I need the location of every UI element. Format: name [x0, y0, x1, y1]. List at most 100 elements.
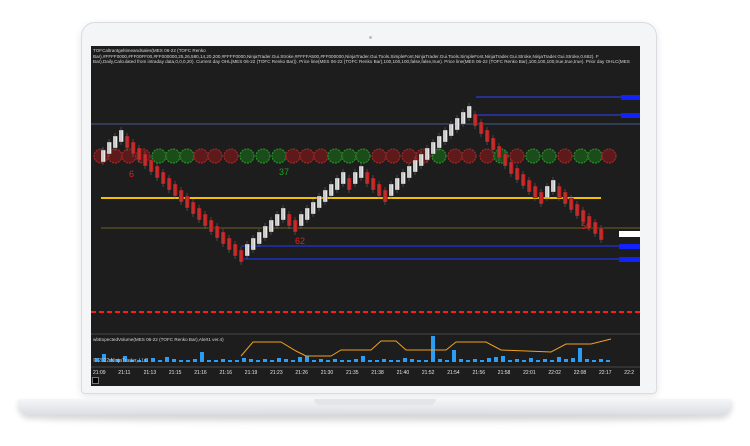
signal-circle — [255, 148, 271, 164]
volume-bar — [543, 359, 547, 362]
signal-circle — [461, 148, 477, 164]
volume-bar — [354, 359, 358, 362]
volume-bar — [445, 360, 449, 362]
chart-screen[interactable]: TOFCaltrantgeltimeandsales(MES 06-22 (TO… — [91, 46, 640, 386]
volume-bar — [284, 359, 288, 362]
laptop-hinge — [314, 399, 436, 405]
volume-bar — [221, 359, 225, 362]
signal-circles — [93, 148, 617, 164]
signal-circle — [573, 148, 589, 164]
time-tick-label: 21:16 — [219, 370, 233, 376]
volume-bar — [536, 360, 540, 362]
volume-bar — [200, 352, 204, 362]
volume-bar — [172, 359, 176, 362]
volume-bar — [438, 359, 442, 362]
time-tick-label: 21:26 — [295, 370, 308, 376]
signal-circle — [271, 148, 287, 164]
volume-bar — [508, 360, 512, 362]
volume-bar — [326, 360, 330, 362]
time-tick-label: 22:17 — [599, 370, 612, 376]
signal-circle — [299, 148, 315, 164]
volume-bar — [410, 359, 414, 362]
volume-bar — [186, 360, 190, 362]
time-tick-label: 22:02 — [548, 370, 561, 376]
price-marker — [621, 95, 640, 100]
volume-bar — [494, 357, 498, 362]
copyright-text: © 2022 NinjaTrader, LLC — [93, 358, 149, 364]
signal-circle — [341, 148, 357, 164]
volume-bar — [564, 359, 568, 362]
volume-bar — [431, 336, 435, 362]
volume-bar — [557, 357, 561, 362]
volume-bar — [319, 359, 323, 362]
volume-bar — [466, 360, 470, 362]
volume-bar — [585, 359, 589, 362]
volume-bar — [256, 360, 260, 362]
volume-bar — [578, 348, 582, 362]
signal-circle — [355, 148, 371, 164]
time-axis[interactable]: 21:09 21:11 21:13 21:15 21:16 21:16 21:19 21:23… — [91, 367, 640, 381]
volume-bar — [207, 360, 211, 362]
volume-bar — [487, 358, 491, 362]
volume-bar — [599, 359, 603, 362]
volume-bar — [270, 360, 274, 362]
price-marker — [619, 231, 640, 237]
signal-circle — [313, 148, 329, 164]
volume-bar — [389, 360, 393, 362]
signal-circle — [525, 148, 541, 164]
time-tick-label: 21:09 — [93, 370, 106, 376]
signal-circle — [509, 148, 525, 164]
time-tick-label: 21:54 — [447, 370, 460, 376]
volume-bar — [235, 360, 239, 362]
volume-bar — [501, 356, 505, 362]
expected-volume-line — [240, 338, 612, 357]
time-tick-label: 22:01 — [523, 370, 536, 376]
indicator-header-line3: Bar),Daily,Calculated from intraday data… — [93, 59, 630, 64]
volume-bar — [403, 358, 407, 362]
time-tick-label: 21:30 — [320, 370, 334, 376]
count-label: 62 — [295, 236, 306, 246]
chart-menu-button[interactable] — [92, 377, 99, 384]
volume-bar — [228, 360, 232, 362]
volume-bar — [249, 359, 253, 362]
volume-bar — [263, 359, 267, 362]
time-tick-label: 21:35 — [346, 370, 359, 376]
time-tick-label: 21:52 — [421, 370, 435, 376]
time-tick-label: 22:2 — [624, 370, 635, 376]
volume-bar — [480, 360, 484, 362]
volume-bar — [305, 356, 309, 362]
time-tick-label: 21:56 — [472, 370, 486, 376]
volume-bar — [396, 360, 400, 362]
volume-bar — [522, 360, 526, 362]
time-tick-label: 22:08 — [573, 370, 587, 376]
time-tick-label: 21:16 — [194, 370, 207, 376]
signal-circle — [285, 148, 301, 164]
price-marker — [621, 113, 640, 118]
signal-circle — [479, 148, 495, 164]
signal-circle — [601, 148, 617, 164]
count-label: 37 — [279, 167, 290, 177]
volume-bar — [550, 360, 554, 362]
signal-circle — [207, 148, 223, 164]
time-tick-label: 21:40 — [396, 370, 410, 376]
time-tick-label: 21:38 — [371, 370, 384, 376]
price-chart[interactable] — [91, 46, 640, 386]
renko-bars — [100, 103, 604, 265]
signal-circle — [151, 148, 167, 164]
volume-bar — [452, 350, 456, 362]
volume-bar — [361, 356, 365, 362]
signal-circle — [371, 148, 387, 164]
volume-bar — [424, 360, 428, 362]
volume-bar — [165, 357, 169, 362]
signal-circle — [193, 148, 209, 164]
count-label: 56 — [581, 221, 592, 231]
count-label: 6 — [129, 169, 135, 179]
volume-bar — [333, 359, 337, 362]
volume-bar — [417, 360, 421, 362]
volume-bar — [193, 359, 197, 362]
signal-circle — [239, 148, 255, 164]
volume-bar — [347, 360, 351, 362]
time-tick-label: 21:15 — [168, 370, 182, 376]
volume-bar — [151, 358, 155, 362]
volume-bar — [242, 358, 246, 362]
